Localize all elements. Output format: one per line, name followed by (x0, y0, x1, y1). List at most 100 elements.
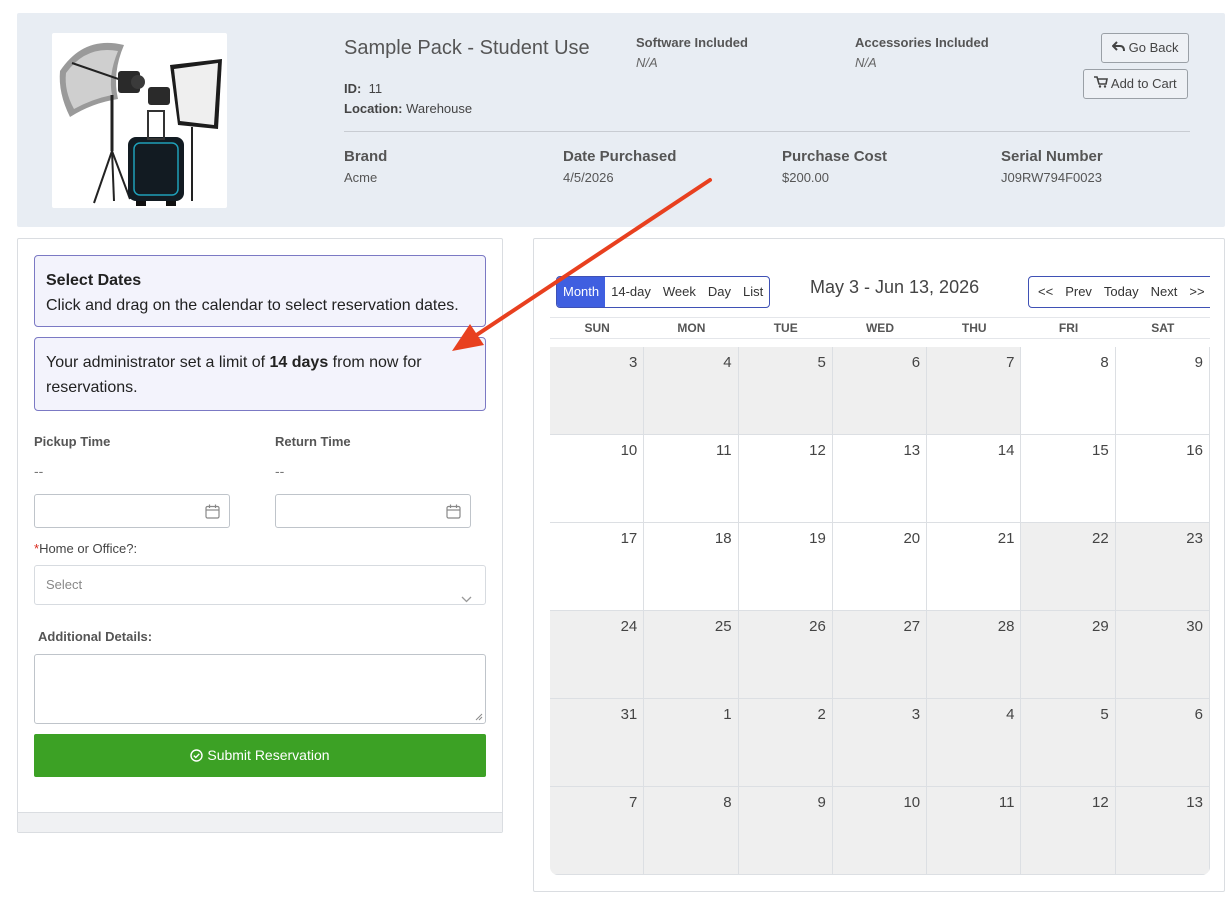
calendar-day-cell[interactable]: 17 (550, 523, 645, 611)
product-image (52, 33, 227, 208)
calendar-day-cell[interactable]: 24 (550, 611, 645, 699)
calendar-day-cell[interactable]: 4 (927, 699, 1022, 787)
form-panel-footer (18, 812, 502, 832)
purchase-cost-label: Purchase Cost (782, 148, 888, 165)
reservation-limit-notice: Your administrator set a limit of 14 day… (34, 337, 486, 411)
view-week-button[interactable]: Week (657, 277, 702, 307)
home-office-label: Home or Office?: (39, 541, 138, 556)
day-number: 26 (809, 618, 826, 635)
calendar-day-cell[interactable]: 11 (927, 787, 1022, 875)
calendar-day-cell[interactable]: 11 (644, 435, 739, 523)
date-purchased-label: Date Purchased (563, 148, 677, 165)
weekday-thu: THU (961, 321, 987, 335)
calendar-day-cell[interactable]: 14 (927, 435, 1022, 523)
resize-handle-icon (475, 713, 483, 721)
software-included: Software Included N/A (636, 35, 748, 70)
calendar-day-cell[interactable]: 29 (1021, 611, 1116, 699)
calendar-day-cell[interactable]: 15 (1021, 435, 1116, 523)
calendar-day-cell[interactable]: 21 (927, 523, 1022, 611)
calendar-day-cell[interactable]: 8 (644, 787, 739, 875)
calendar-day-cell[interactable]: 9 (1115, 347, 1210, 435)
item-header-panel: Sample Pack - Student Use ID: 11 Locatio… (17, 13, 1225, 227)
calendar-day-cell[interactable]: 18 (644, 523, 739, 611)
submit-reservation-button[interactable]: Submit Reservation (34, 734, 486, 777)
calendar-day-cell[interactable]: 25 (644, 611, 739, 699)
calendar-day-cell[interactable]: 16 (1115, 435, 1210, 523)
calendar-day-cell[interactable]: 13 (832, 435, 928, 523)
calendar-day-cell[interactable]: 6 (832, 347, 928, 435)
today-button[interactable]: Today (1098, 277, 1145, 307)
view-day-button[interactable]: Day (702, 277, 737, 307)
go-back-button[interactable]: Go Back (1101, 33, 1190, 63)
weekday-sat: SAT (1151, 321, 1175, 335)
calendar-day-cell[interactable]: 6 (1115, 699, 1210, 787)
day-number: 2 (817, 706, 826, 723)
prev-button[interactable]: Prev (1059, 277, 1098, 307)
calendar-day-cell[interactable]: 10 (550, 435, 645, 523)
home-office-label-row: *Home or Office?: (34, 541, 137, 556)
view-list-button[interactable]: List (737, 277, 769, 307)
pickup-date-input[interactable] (34, 494, 230, 528)
calendar-day-cell[interactable]: 4 (644, 347, 739, 435)
calendar-day-cell[interactable]: 28 (927, 611, 1022, 699)
calendar-day-cell[interactable]: 23 (1115, 523, 1210, 611)
day-number: 15 (1092, 442, 1109, 459)
calendar-day-cell[interactable]: 8 (1021, 347, 1116, 435)
calendar-day-cell[interactable]: 5 (738, 347, 833, 435)
pickup-time-value: -- (34, 463, 44, 479)
next-year-button[interactable]: >> (1183, 277, 1210, 307)
brand-label: Brand (344, 148, 388, 165)
studio-lighting-kit-image (59, 42, 222, 206)
day-number: 5 (817, 354, 826, 371)
limit-days: 14 days (269, 354, 329, 371)
calendar-day-cell[interactable]: 31 (550, 699, 645, 787)
purchase-cost-value: $200.00 (782, 170, 829, 185)
calendar-day-cell[interactable]: 30 (1115, 611, 1210, 699)
id-label: ID: (344, 81, 362, 96)
calendar-day-cell[interactable]: 1 (644, 699, 739, 787)
add-to-cart-button[interactable]: Add to Cart (1083, 69, 1188, 99)
calendar-day-cell[interactable]: 3 (550, 347, 645, 435)
day-number: 21 (997, 530, 1015, 547)
calendar-day-cell[interactable]: 19 (738, 523, 833, 611)
prev-year-button[interactable]: << (1032, 277, 1059, 307)
additional-details-textarea[interactable] (34, 654, 486, 724)
next-button[interactable]: Next (1145, 277, 1184, 307)
calendar-day-cell[interactable]: 7 (550, 787, 645, 875)
calendar-day-cell[interactable]: 13 (1115, 787, 1210, 875)
calendar-day-cell[interactable]: 7 (927, 347, 1022, 435)
serial-number-label: Serial Number (1001, 148, 1103, 165)
calendar-day-cell[interactable]: 27 (832, 611, 928, 699)
calendar-day-cell[interactable]: 12 (738, 435, 833, 523)
return-date-input[interactable] (275, 494, 471, 528)
day-number: 5 (1100, 706, 1109, 723)
serial-number-value: J09RW794F0023 (1001, 170, 1102, 185)
day-number: 4 (723, 354, 732, 371)
calendar-day-cell[interactable]: 10 (832, 787, 928, 875)
purchase-cost-field: Purchase Cost $200.00 (782, 148, 887, 185)
day-number: 27 (903, 618, 921, 635)
calendar-day-cell[interactable]: 2 (738, 699, 833, 787)
day-number: 7 (1006, 354, 1015, 371)
calendar-day-cell[interactable]: 22 (1021, 523, 1116, 611)
day-number: 4 (1006, 706, 1015, 723)
day-number: 30 (1186, 618, 1203, 635)
accessories-included-value: N/A (855, 55, 877, 70)
calendar-day-cell[interactable]: 26 (738, 611, 833, 699)
calendar-panel: Month 14-day Week Day List May 3 - Jun 1… (533, 238, 1225, 892)
calendar-day-cell[interactable]: 12 (1021, 787, 1116, 875)
day-number: 13 (1186, 794, 1203, 811)
view-month-button[interactable]: Month (557, 277, 606, 307)
home-office-select[interactable]: Select (34, 565, 486, 605)
accessories-included-label: Accessories Included (855, 35, 989, 50)
calendar-day-cell[interactable]: 5 (1021, 699, 1116, 787)
calendar-icon (205, 504, 220, 524)
view-14-day-button[interactable]: 14-day (605, 277, 657, 307)
calendar-day-cell[interactable]: 9 (738, 787, 833, 875)
day-number: 16 (1186, 442, 1203, 459)
calendar-day-grid: 3 4 5 6 7 8 9 10 11 12 13 14 15 16 17 18 19 20 21 22 23 24 25 2… (550, 347, 1210, 875)
calendar-day-cell[interactable]: 20 (832, 523, 928, 611)
day-number: 18 (714, 530, 732, 547)
calendar-day-cell[interactable]: 3 (832, 699, 928, 787)
weekday-header: SUN MON TUE WED THU FRI SAT (550, 317, 1210, 339)
